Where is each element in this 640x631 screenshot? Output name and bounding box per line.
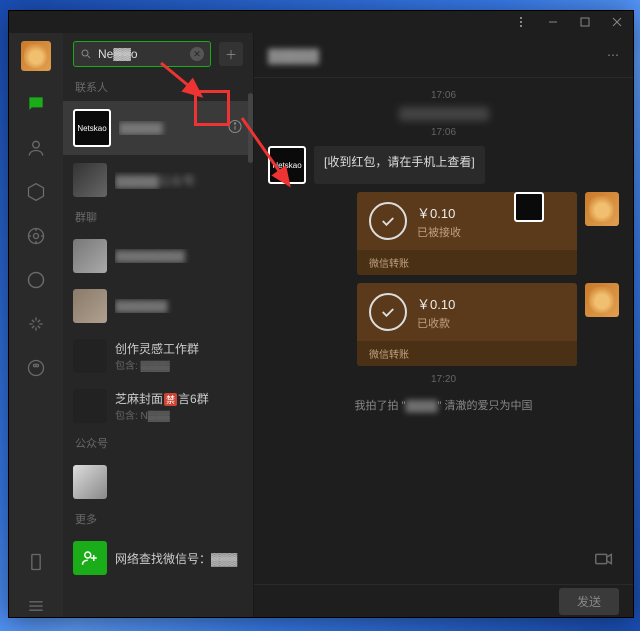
message-bubble: [收到红包，请在手机上查看]: [314, 146, 485, 184]
group-sub: 包含: N▓▓▓: [115, 407, 243, 422]
titlebar: [9, 11, 633, 33]
minimize-button[interactable]: [537, 11, 569, 33]
group-item[interactable]: ▓▓▓▓▓▓: [63, 281, 253, 331]
mini-program-icon[interactable]: [25, 357, 47, 379]
message-outgoing: ￥0.10 已收款 微信转账: [268, 283, 619, 366]
moments-icon[interactable]: [25, 269, 47, 291]
clear-search-icon[interactable]: ✕: [190, 47, 204, 61]
group-name: ▓▓▓▓▓▓: [115, 299, 243, 313]
nav-rail: [9, 33, 63, 617]
message-outgoing: ￥0.10 已被接收 微信转账: [268, 192, 619, 275]
search-input[interactable]: ✕: [73, 41, 211, 67]
add-friend-icon: [73, 541, 107, 575]
search-icon: [80, 48, 92, 60]
app-window: ✕ ＋ 联系人 Netskao ▓▓▓▓▓ ▓▓▓▓▓公众号· 群聊 ▓▓▓▓▓…: [8, 10, 634, 618]
scrollbar-thumb[interactable]: [248, 93, 253, 163]
pat-message: 我拍了拍 "▓▓▓▓" 清澈的爱只为中国: [268, 397, 619, 413]
contact-avatar: Netskao: [73, 109, 111, 147]
search-field[interactable]: [96, 46, 186, 62]
my-avatar[interactable]: [585, 192, 619, 226]
search-web-label: 网络查找微信号：▓▓▓: [115, 550, 243, 567]
transfer-footer: 微信转账: [357, 250, 577, 275]
contact-item[interactable]: Netskao ▓▓▓▓▓: [63, 101, 253, 155]
close-button[interactable]: [601, 11, 633, 33]
phone-icon[interactable]: [25, 551, 47, 573]
group-avatar: [73, 339, 107, 373]
group-avatar: [73, 389, 107, 423]
time-separator: 17:06: [268, 127, 619, 138]
transfer-footer: 微信转账: [357, 341, 577, 366]
contact-avatar: [73, 163, 107, 197]
group-name: 创作灵感工作群: [115, 340, 243, 357]
group-avatar: [73, 289, 107, 323]
group-item[interactable]: ▓▓▓▓▓▓▓▓: [63, 231, 253, 281]
section-official: 公众号: [63, 431, 253, 457]
time-separator: 17:06: [268, 90, 619, 101]
group-sub: 包含: ▓▓▓▓: [115, 357, 243, 372]
group-name: ▓▓▓▓▓▓▓▓: [115, 249, 243, 263]
favorites-icon[interactable]: [25, 181, 47, 203]
chat-input-bar: 发送: [254, 584, 633, 617]
official-item[interactable]: [63, 457, 253, 507]
section-groups: 群聊: [63, 205, 253, 231]
quoted-avatar: [514, 192, 544, 222]
video-call-icon[interactable]: [593, 548, 615, 573]
transfer-amount: ￥0.10: [417, 294, 455, 313]
user-avatar[interactable]: [21, 41, 51, 71]
transfer-amount: ￥0.10: [417, 203, 461, 222]
info-icon[interactable]: [227, 119, 243, 138]
contact-name: ▓▓▓▓▓公众号·: [115, 172, 243, 189]
group-avatar: [73, 239, 107, 273]
search-results: 联系人 Netskao ▓▓▓▓▓ ▓▓▓▓▓公众号· 群聊 ▓▓▓▓▓▓▓▓ …: [63, 75, 253, 617]
add-button[interactable]: ＋: [219, 42, 243, 66]
transfer-card[interactable]: ￥0.10 已被接收 微信转账: [357, 192, 577, 275]
send-button[interactable]: 发送: [559, 588, 619, 615]
group-item[interactable]: 芝麻封面禁言6群 包含: N▓▓▓: [63, 381, 253, 431]
message-incoming: Netskao [收到红包，请在手机上查看]: [268, 146, 619, 184]
chat-body: 17:06 17:06 Netskao [收到红包，请在手机上查看]: [254, 78, 633, 584]
spark-icon[interactable]: [25, 313, 47, 335]
search-web-item[interactable]: 网络查找微信号：▓▓▓: [63, 533, 253, 583]
group-item[interactable]: 创作灵感工作群 包含: ▓▓▓▓: [63, 331, 253, 381]
menu-icon[interactable]: [25, 595, 47, 617]
section-more: 更多: [63, 507, 253, 533]
transfer-card[interactable]: ￥0.10 已收款 微信转账: [357, 283, 577, 366]
check-icon: [369, 293, 407, 331]
chat-panel: ▓▓▓▓▓ ⋯ 17:06 17:06 Netskao [收到红包，请在手机上查…: [254, 33, 633, 617]
check-icon: [369, 202, 407, 240]
sender-avatar[interactable]: Netskao: [268, 146, 306, 184]
maximize-button[interactable]: [569, 11, 601, 33]
chat-title: ▓▓▓▓▓: [268, 47, 319, 63]
time-separator: 17:20: [268, 374, 619, 385]
chat-header: ▓▓▓▓▓ ⋯: [254, 33, 633, 78]
system-message: [399, 107, 489, 121]
contact-name: ▓▓▓▓▓: [119, 121, 243, 135]
sidebar: ✕ ＋ 联系人 Netskao ▓▓▓▓▓ ▓▓▓▓▓公众号· 群聊 ▓▓▓▓▓…: [63, 33, 254, 617]
contact-item[interactable]: ▓▓▓▓▓公众号·: [63, 155, 253, 205]
group-name: 芝麻封面禁言6群: [115, 390, 243, 407]
files-icon[interactable]: [25, 225, 47, 247]
chat-menu-icon[interactable]: ⋯: [607, 48, 619, 62]
settings-top-icon[interactable]: [505, 11, 537, 33]
section-contacts: 联系人: [63, 75, 253, 101]
contacts-icon[interactable]: [25, 137, 47, 159]
official-avatar: [73, 465, 107, 499]
chat-icon[interactable]: [25, 93, 47, 115]
transfer-status: 已收款: [417, 315, 455, 331]
my-avatar[interactable]: [585, 283, 619, 317]
transfer-status: 已被接收: [417, 224, 461, 240]
